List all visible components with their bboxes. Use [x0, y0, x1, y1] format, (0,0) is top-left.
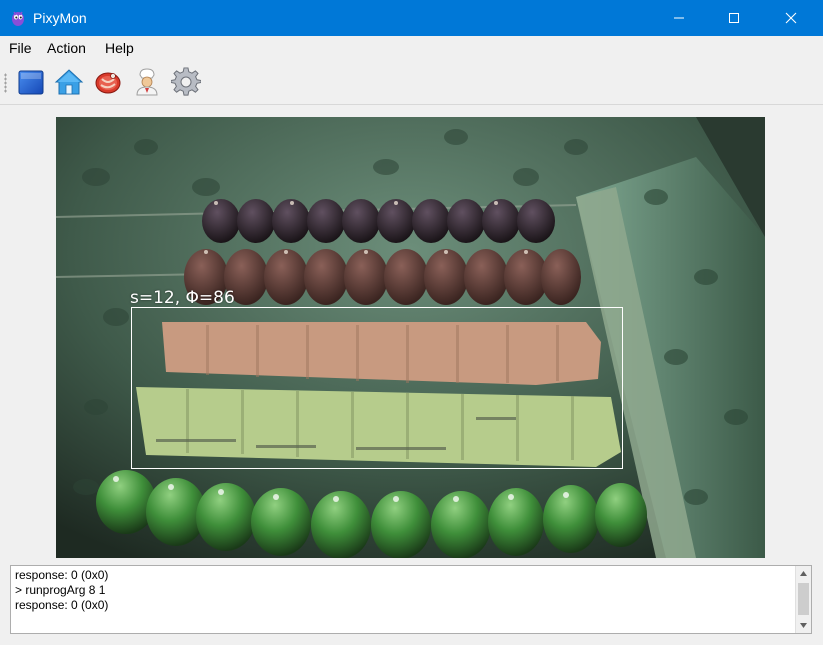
camera-video-view[interactable]: s=12, Φ=86 [56, 117, 765, 558]
toolbar-grip[interactable] [4, 73, 7, 93]
toolbar-button-cook[interactable] [93, 67, 123, 97]
menu-help[interactable]: Help [103, 39, 136, 57]
console-line: response: 0 (0x0) [15, 598, 109, 612]
console-scrollbar[interactable] [795, 566, 811, 633]
console-line: response: 0 (0x0) [15, 568, 109, 582]
minimize-icon [674, 17, 684, 19]
console-line: > runprogArg 8 1 [15, 583, 106, 597]
scroll-thumb[interactable] [798, 583, 809, 615]
home-icon [54, 69, 84, 95]
close-button[interactable] [764, 0, 818, 36]
arrow-down-icon [800, 623, 807, 628]
blue-square-icon [18, 70, 44, 95]
toolbar [0, 61, 823, 105]
pixymon-window: PixyMon File Action Help s=12, Φ=86 resp… [0, 0, 823, 645]
scroll-up-button[interactable] [796, 566, 811, 581]
title-bar[interactable]: PixyMon [0, 0, 823, 36]
chef-icon [136, 68, 158, 96]
arrow-up-icon [800, 571, 807, 576]
close-icon [785, 12, 797, 24]
detection-bounding-box [131, 307, 623, 469]
gear-icon [171, 67, 201, 96]
minimize-button[interactable] [652, 0, 706, 36]
console-output[interactable]: response: 0 (0x0) > runprogArg 8 1 respo… [10, 565, 812, 634]
maximize-icon [729, 13, 739, 23]
toolbar-button-chef[interactable] [132, 67, 162, 97]
meat-icon [95, 72, 121, 94]
scroll-down-button[interactable] [796, 618, 811, 633]
window-title: PixyMon [33, 10, 87, 26]
toolbar-button-home[interactable] [54, 67, 84, 97]
maximize-button[interactable] [707, 0, 761, 36]
menu-file[interactable]: File [7, 39, 34, 57]
toolbar-button-run[interactable] [16, 67, 46, 97]
menu-action[interactable]: Action [45, 39, 88, 57]
menu-bar: File Action Help [0, 36, 823, 60]
pixy-app-icon [12, 11, 24, 26]
detection-label: s=12, Φ=86 [130, 288, 235, 308]
console-lines: response: 0 (0x0) > runprogArg 8 1 respo… [15, 568, 108, 613]
toolbar-button-settings[interactable] [171, 67, 201, 97]
